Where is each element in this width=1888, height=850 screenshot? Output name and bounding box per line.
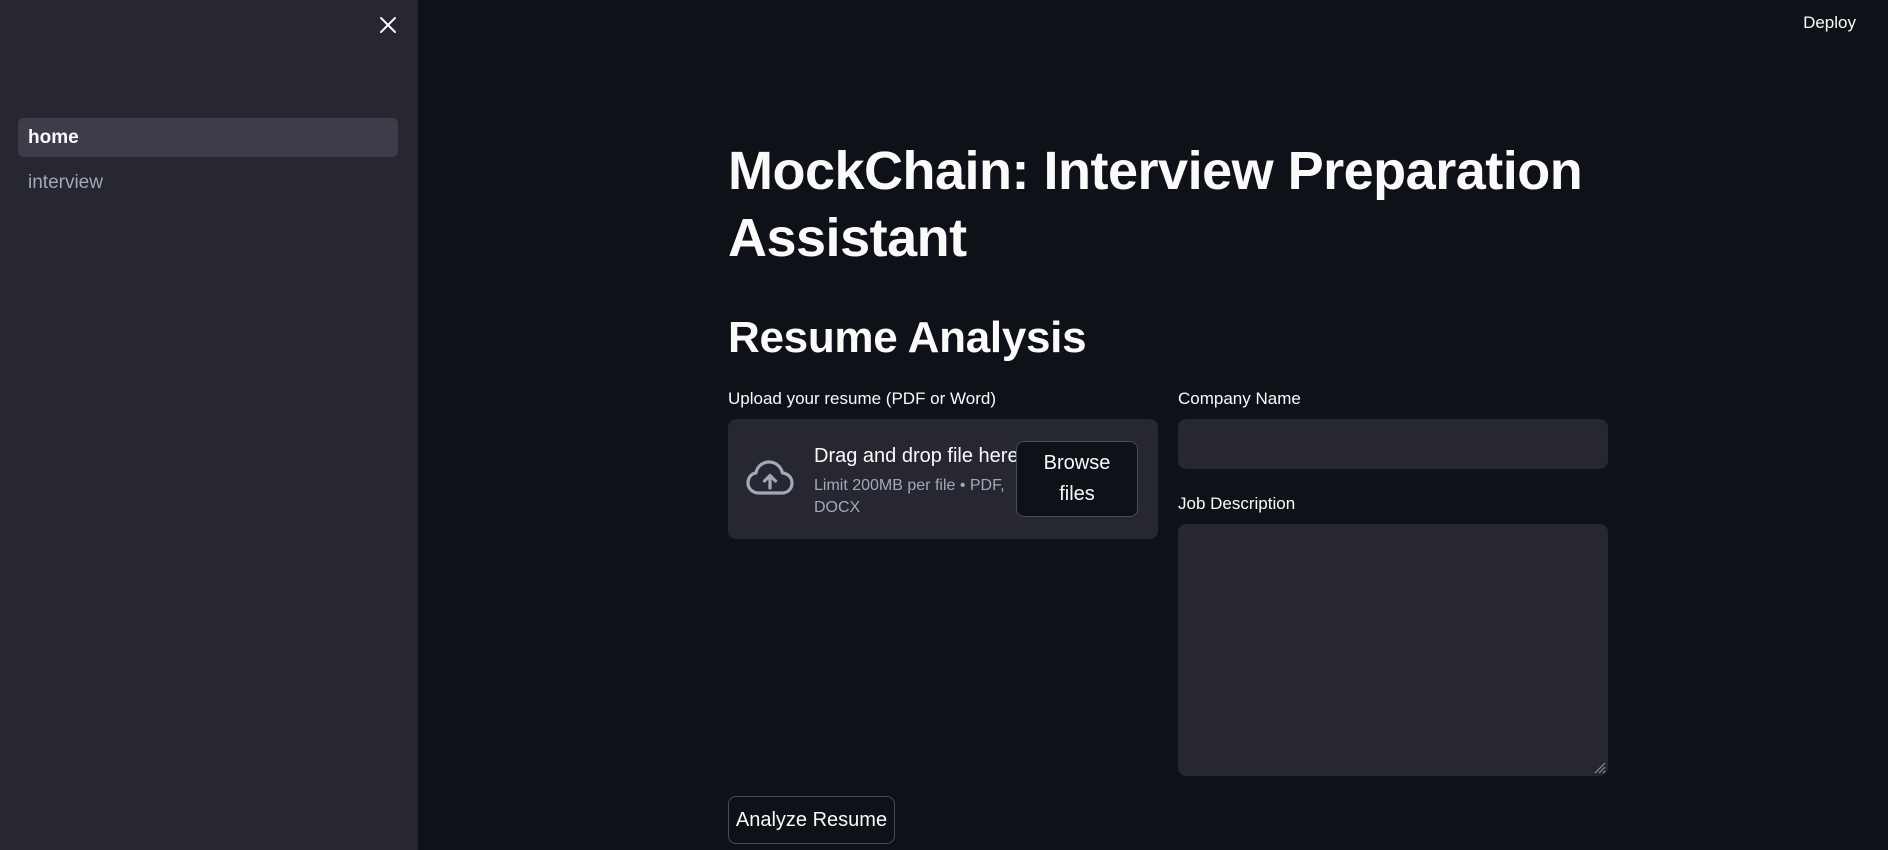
resize-handle-icon[interactable] xyxy=(1592,760,1606,774)
upload-label: Upload your resume (PDF or Word) xyxy=(728,389,996,408)
browse-files-button[interactable]: Browse files xyxy=(1016,441,1138,517)
analyze-resume-button[interactable]: Analyze Resume xyxy=(728,796,895,844)
sidebar-item-interview[interactable]: interview xyxy=(18,163,398,202)
cloud-upload-icon xyxy=(746,459,794,499)
section-title: Resume Analysis xyxy=(728,313,1087,362)
deploy-button[interactable]: Deploy xyxy=(1803,12,1856,34)
sidebar: home interview xyxy=(0,0,418,850)
upload-limit-text: Limit 200MB per file • PDF, DOCX xyxy=(814,477,1005,516)
job-description-label: Job Description xyxy=(1178,494,1296,513)
company-name-input[interactable] xyxy=(1178,419,1608,469)
company-name-label: Company Name xyxy=(1178,389,1301,408)
file-uploader-dropzone[interactable]: Drag and drop file here Limit 200MB per … xyxy=(728,419,1158,539)
sidebar-item-home[interactable]: home xyxy=(18,118,398,157)
upload-drag-text: Drag and drop file here xyxy=(814,445,1019,467)
job-description-textarea[interactable] xyxy=(1178,524,1608,776)
sidebar-nav: home interview xyxy=(18,118,398,208)
close-icon[interactable] xyxy=(376,13,400,37)
page-title: MockChain: Interview Preparation Assista… xyxy=(728,141,1583,268)
app-root: home interview Deploy MockChain: Intervi… xyxy=(0,0,1888,850)
